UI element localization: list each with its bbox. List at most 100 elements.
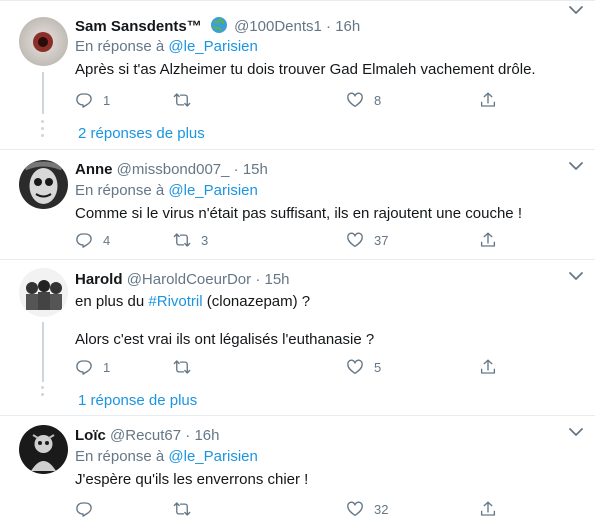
- chevron-down-icon[interactable]: [568, 270, 584, 282]
- avatar[interactable]: [19, 268, 68, 317]
- mention-link[interactable]: @le_Parisien: [168, 448, 257, 465]
- avatar[interactable]: [19, 425, 68, 474]
- share-button[interactable]: [479, 357, 507, 377]
- replying-to-label: En réponse à: [75, 182, 165, 199]
- separator-dot: ·: [255, 271, 261, 288]
- author-name[interactable]: Anne: [75, 161, 113, 178]
- reply-button[interactable]: 1: [75, 357, 110, 377]
- tweet[interactable]: Sam Sansdents™ @100Dents1 · 16h En répon…: [0, 0, 595, 155]
- tweet-actions: 4 3 37: [75, 230, 505, 250]
- tweet[interactable]: Loïc @Recut67 · 16h En réponse à @le_Par…: [0, 416, 595, 509]
- show-more-replies-link[interactable]: 1 réponse de plus: [78, 392, 197, 409]
- avatar-image: [19, 425, 68, 474]
- replying-to-label: En réponse à: [75, 38, 165, 55]
- like-count: 5: [374, 359, 382, 375]
- show-more-replies-link[interactable]: 2 réponses de plus: [78, 125, 205, 142]
- share-icon: [479, 358, 497, 376]
- replying-to-label: En réponse à: [75, 448, 165, 465]
- share-icon: [479, 91, 497, 109]
- author-handle[interactable]: @HaroldCoeurDor: [127, 271, 251, 288]
- avatar[interactable]: [19, 160, 68, 209]
- reply-button[interactable]: 4: [75, 230, 110, 250]
- author-name[interactable]: Loïc: [75, 427, 106, 444]
- reply-icon: [75, 500, 93, 518]
- thread-dots: [41, 386, 44, 400]
- like-button[interactable]: 32: [346, 499, 388, 519]
- retweet-button[interactable]: [173, 499, 201, 519]
- tweet-text: J'espère qu'ils les enverrons chier !: [75, 471, 309, 488]
- share-icon: [479, 500, 497, 518]
- tweet-actions: 32: [75, 499, 505, 519]
- timestamp[interactable]: 15h: [243, 161, 268, 178]
- like-count: 32: [374, 501, 389, 517]
- tweet-text-prefix: en plus du: [75, 293, 149, 310]
- separator-dot: ·: [185, 427, 191, 444]
- tweet-text-line2: Alors c'est vrai ils ont légalisés l'eut…: [75, 331, 375, 348]
- tweet[interactable]: Harold @HaroldCoeurDor · 15h en plus du …: [0, 260, 595, 415]
- thread-dots: [41, 120, 44, 141]
- replying-to: En réponse à @le_Parisien: [75, 37, 583, 57]
- avatar[interactable]: [19, 17, 68, 66]
- like-count: 8: [374, 92, 382, 108]
- reply-count: 1: [103, 92, 111, 108]
- timestamp[interactable]: 15h: [264, 271, 289, 288]
- share-button[interactable]: [479, 230, 507, 250]
- mention-link[interactable]: @le_Parisien: [168, 38, 257, 55]
- hashtag-link[interactable]: #Rivotril: [148, 293, 202, 310]
- heart-icon: [346, 358, 364, 376]
- reply-count: 4: [103, 232, 111, 248]
- like-button[interactable]: 5: [346, 357, 381, 377]
- author-handle[interactable]: @Recut67: [110, 427, 181, 444]
- author-name[interactable]: Sam Sansdents™: [75, 18, 202, 35]
- chevron-down-icon[interactable]: [568, 4, 584, 16]
- chevron-down-icon[interactable]: [568, 426, 584, 438]
- author-handle[interactable]: @missbond007_: [117, 161, 230, 178]
- timestamp[interactable]: 16h: [194, 427, 219, 444]
- heart-icon: [346, 91, 364, 109]
- tweet-actions: 1 5: [75, 357, 505, 377]
- mention-link[interactable]: @le_Parisien: [168, 182, 257, 199]
- retweet-icon: [173, 91, 191, 109]
- tweet-header: Anne @missbond007_ · 15h: [75, 160, 583, 180]
- reply-icon: [75, 231, 93, 249]
- author-name[interactable]: Harold: [75, 271, 123, 288]
- separator-dot: ·: [326, 18, 332, 35]
- reply-icon: [75, 91, 93, 109]
- retweet-icon: [173, 500, 191, 518]
- tweet-header: Sam Sansdents™ @100Dents1 · 16h: [75, 16, 583, 36]
- reply-icon: [75, 358, 93, 376]
- tweet-text: en plus du #Rivotril (clonazepam) ?: [75, 292, 583, 312]
- share-button[interactable]: [479, 90, 507, 110]
- retweet-button[interactable]: [173, 90, 201, 110]
- retweet-icon: [173, 231, 191, 249]
- heart-icon: [346, 500, 364, 518]
- retweet-count: 3: [201, 232, 209, 248]
- tweet-header: Harold @HaroldCoeurDor · 15h: [75, 270, 583, 290]
- avatar-image: [19, 268, 68, 317]
- chevron-down-icon[interactable]: [568, 160, 584, 172]
- reply-count: 1: [103, 359, 111, 375]
- thread-line: [42, 322, 44, 382]
- separator-dot: ·: [233, 161, 239, 178]
- replying-to: En réponse à @le_Parisien: [75, 181, 583, 201]
- tweet-text-suffix: (clonazepam) ?: [202, 293, 311, 310]
- like-button[interactable]: 37: [346, 230, 388, 250]
- like-button[interactable]: 8: [346, 90, 381, 110]
- like-count: 37: [374, 232, 389, 248]
- tweet-header: Loïc @Recut67 · 16h: [75, 426, 583, 446]
- share-button[interactable]: [479, 499, 507, 519]
- heart-icon: [346, 231, 364, 249]
- retweet-button[interactable]: 3: [173, 230, 208, 250]
- tweet[interactable]: Anne @missbond007_ · 15h En réponse à @l…: [0, 150, 595, 260]
- retweet-button[interactable]: [173, 357, 201, 377]
- author-handle[interactable]: @100Dents1: [234, 18, 322, 35]
- tweet-text: Après si t'as Alzheimer tu dois trouver …: [75, 61, 536, 78]
- tweet-text: Comme si le virus n'était pas suffisant,…: [75, 205, 522, 222]
- reply-button[interactable]: [75, 499, 103, 519]
- timestamp[interactable]: 16h: [335, 18, 360, 35]
- avatar-image: [19, 17, 68, 66]
- avatar-image: [19, 160, 68, 209]
- share-icon: [479, 231, 497, 249]
- thread-line: [42, 72, 44, 114]
- reply-button[interactable]: 1: [75, 90, 110, 110]
